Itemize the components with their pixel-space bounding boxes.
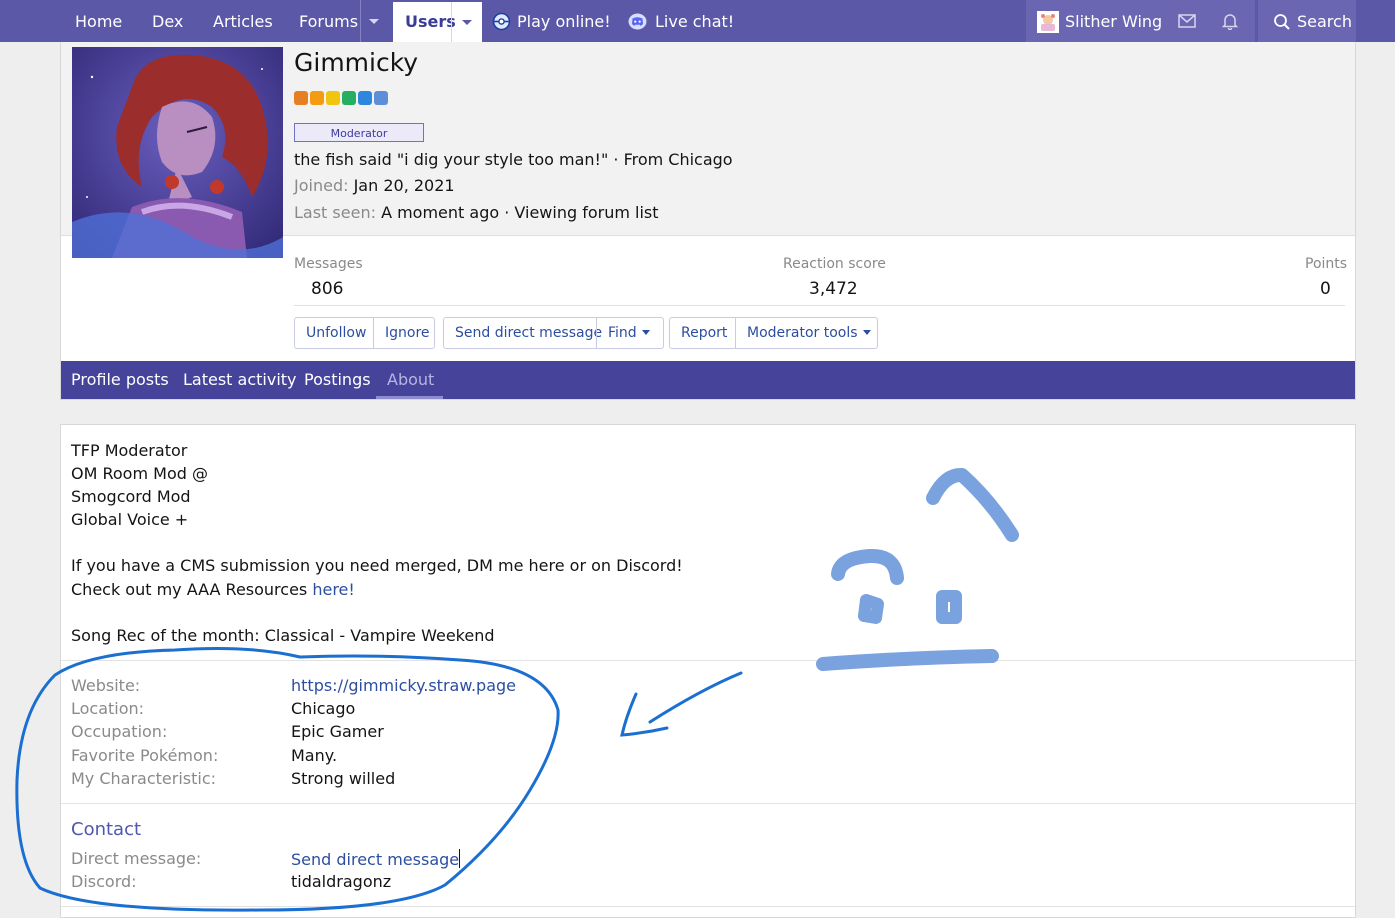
stat-points-label: Points bbox=[1305, 256, 1348, 272]
signature-line: Smogcord Mod bbox=[71, 487, 191, 506]
send-direct-message-button[interactable]: Send direct message bbox=[455, 318, 602, 348]
field-label-discord: Discord: bbox=[71, 872, 137, 891]
stat-messages-label: Messages bbox=[294, 256, 363, 272]
about-panel: TFP Moderator OM Room Mod @ Smogcord Mod… bbox=[60, 424, 1356, 918]
button-separator bbox=[373, 318, 374, 348]
button-separator bbox=[596, 318, 597, 348]
tab-latest-activity[interactable]: Latest activity bbox=[183, 361, 297, 399]
stat-points-value[interactable]: 0 bbox=[1320, 279, 1331, 299]
moderation-button-group: Report Moderator tools bbox=[669, 317, 878, 349]
occupation-value: Epic Gamer bbox=[291, 722, 384, 741]
stats-divider bbox=[294, 305, 1345, 306]
resources-line: Check out my AAA Resources here! bbox=[71, 580, 355, 599]
bell-icon[interactable] bbox=[1222, 12, 1238, 30]
cms-line: If you have a CMS submission you need me… bbox=[71, 556, 683, 575]
find-label: Find bbox=[608, 325, 637, 341]
pokeball-icon bbox=[492, 12, 511, 31]
forums-dropdown-caret[interactable] bbox=[360, 0, 385, 42]
profile-avatar[interactable] bbox=[72, 47, 283, 258]
follow-button-group: Unfollow Ignore bbox=[294, 317, 435, 349]
button-separator bbox=[735, 318, 736, 348]
report-button[interactable]: Report bbox=[681, 318, 727, 348]
nav-dex[interactable]: Dex bbox=[152, 0, 183, 42]
field-label-location: Location: bbox=[71, 699, 145, 718]
section-divider bbox=[61, 906, 1355, 907]
search-label[interactable]: Search bbox=[1297, 0, 1352, 42]
send-direct-message-link[interactable]: Send direct message bbox=[291, 850, 459, 869]
nav-articles[interactable]: Articles bbox=[213, 0, 273, 42]
moderator-tools-label: Moderator tools bbox=[747, 325, 858, 341]
last-seen-row: Last seen: A moment ago · Viewing forum … bbox=[294, 203, 659, 222]
nav-users-label: Users bbox=[405, 12, 456, 31]
caret-down-icon bbox=[862, 330, 871, 335]
location-value: Chicago bbox=[291, 699, 356, 718]
signature-line: TFP Moderator bbox=[71, 441, 188, 460]
tab-profile-posts[interactable]: Profile posts bbox=[71, 361, 169, 399]
profile-username: Gimmicky bbox=[294, 48, 419, 77]
profile-card: Gimmicky Moderator the fish said "i dig … bbox=[60, 42, 1356, 400]
resources-prefix: Check out my AAA Resources bbox=[71, 580, 313, 599]
joined-label: Joined: bbox=[294, 176, 349, 195]
account-name[interactable]: Slither Wing bbox=[1065, 0, 1162, 42]
signature-line: OM Room Mod @ bbox=[71, 464, 208, 483]
stat-reaction-label: Reaction score bbox=[783, 256, 886, 272]
profile-blurb: the fish said "i dig your style too man!… bbox=[294, 150, 733, 169]
ignore-button[interactable]: Ignore bbox=[385, 318, 430, 348]
search-icon bbox=[1274, 14, 1290, 30]
field-label-direct-message: Direct message: bbox=[71, 849, 202, 868]
stat-reaction-value[interactable]: 3,472 bbox=[809, 279, 858, 299]
contact-heading: Contact bbox=[71, 819, 142, 840]
resources-link[interactable]: here! bbox=[312, 580, 354, 599]
direct-message-row: Send direct message bbox=[291, 849, 461, 869]
profile-tabs: Profile posts Latest activity Postings A… bbox=[61, 361, 1355, 399]
characteristic-value: Strong willed bbox=[291, 769, 396, 788]
nav-forums[interactable]: Forums bbox=[299, 0, 358, 42]
nav-home[interactable]: Home bbox=[75, 0, 122, 42]
tab-postings[interactable]: Postings bbox=[304, 361, 371, 399]
website-link[interactable]: https://gimmicky.straw.page bbox=[291, 676, 516, 695]
active-tab-indicator bbox=[376, 396, 443, 399]
envelope-icon[interactable] bbox=[1178, 14, 1196, 28]
stat-messages-value[interactable]: 806 bbox=[311, 279, 343, 299]
discord-icon bbox=[628, 13, 647, 30]
users-dropdown-caret[interactable] bbox=[451, 2, 483, 42]
section-divider bbox=[61, 660, 1355, 661]
field-label-occupation: Occupation: bbox=[71, 722, 168, 741]
caret-down-icon bbox=[641, 330, 650, 335]
field-label-website: Website: bbox=[71, 676, 141, 695]
message-button-group: Send direct message Find bbox=[443, 317, 664, 349]
last-seen-value: A moment ago · Viewing forum list bbox=[381, 203, 659, 222]
discord-value: tidaldragonz bbox=[291, 872, 392, 891]
ribbon-icons bbox=[294, 91, 388, 105]
nav-users[interactable]: Users bbox=[393, 2, 482, 42]
field-label-favorite-pokemon: Favorite Pokémon: bbox=[71, 746, 219, 765]
favorite-pokemon-value: Many. bbox=[291, 746, 338, 765]
account-avatar-icon[interactable] bbox=[1037, 11, 1059, 33]
nav-live-chat[interactable]: Live chat! bbox=[655, 0, 734, 42]
moderator-badge: Moderator bbox=[294, 123, 424, 142]
moderator-tools-button[interactable]: Moderator tools bbox=[747, 318, 871, 348]
field-label-characteristic: My Characteristic: bbox=[71, 769, 217, 788]
song-line: Song Rec of the month: Classical - Vampi… bbox=[71, 626, 495, 645]
signature-line: Global Voice + bbox=[71, 510, 189, 529]
section-divider bbox=[61, 803, 1355, 804]
joined-value: Jan 20, 2021 bbox=[353, 176, 455, 195]
joined-row: Joined: Jan 20, 2021 bbox=[294, 176, 455, 195]
find-button[interactable]: Find bbox=[608, 318, 650, 348]
top-navigation: Home Dex Articles Forums Users Play onli… bbox=[0, 0, 1395, 42]
last-seen-label: Last seen: bbox=[294, 203, 376, 222]
unfollow-button[interactable]: Unfollow bbox=[306, 318, 366, 348]
text-cursor bbox=[459, 849, 461, 868]
tab-about[interactable]: About bbox=[387, 361, 434, 399]
nav-play-online[interactable]: Play online! bbox=[517, 0, 611, 42]
